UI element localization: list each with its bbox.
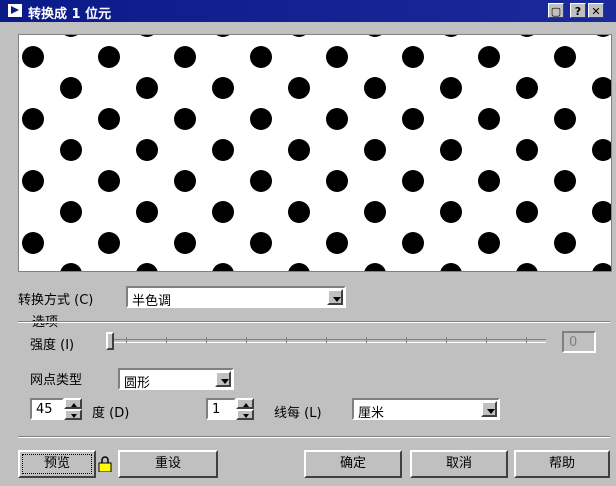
- angle-value: 45: [36, 402, 53, 417]
- chevron-down-icon[interactable]: [481, 401, 497, 417]
- help-button[interactable]: ?: [570, 3, 586, 18]
- help-dialog-button[interactable]: 帮助: [514, 450, 610, 478]
- slider-tick: [166, 337, 167, 343]
- slider-tick: [446, 337, 447, 343]
- slider-tick: [526, 337, 527, 343]
- slider-tick: [326, 337, 327, 343]
- conversion-method-select[interactable]: 半色调: [126, 286, 346, 309]
- lines-input[interactable]: 1: [206, 398, 236, 420]
- intensity-slider[interactable]: [106, 332, 552, 350]
- slider-thumb[interactable]: [106, 332, 114, 350]
- intensity-value-field[interactable]: 0: [562, 331, 596, 353]
- chevron-down-icon[interactable]: [327, 289, 343, 305]
- spin-down-icon[interactable]: [64, 409, 82, 420]
- window-title: 转换成 1 位元: [28, 7, 112, 22]
- slider-tick: [366, 337, 367, 343]
- app-arrow-icon[interactable]: [8, 4, 22, 17]
- unit-select[interactable]: 厘米: [352, 398, 500, 421]
- options-group-divider: [18, 321, 610, 323]
- close-button[interactable]: ✕: [588, 3, 604, 18]
- title-bar[interactable]: 转换成 1 位元 ▢ ? ✕: [0, 0, 616, 22]
- maximize-button[interactable]: ▢: [548, 3, 564, 18]
- spin-down-icon[interactable]: [236, 409, 254, 420]
- bottom-divider: [18, 436, 610, 438]
- angle-unit-label: 度 (D): [92, 406, 130, 421]
- slider-tick: [486, 337, 487, 343]
- dot-type-label: 网点类型: [30, 373, 83, 388]
- unit-value: 厘米: [358, 406, 385, 421]
- cancel-button[interactable]: 取消: [410, 450, 508, 478]
- slider-tick: [406, 337, 407, 343]
- slider-tick: [206, 337, 207, 343]
- ok-button[interactable]: 确定: [304, 450, 402, 478]
- lines-label: 线每 (L): [274, 406, 322, 421]
- halftone-preview-image: [19, 35, 611, 271]
- spin-up-icon[interactable]: [236, 398, 254, 409]
- spin-up-icon[interactable]: [64, 398, 82, 409]
- reset-button[interactable]: 重设: [118, 450, 218, 478]
- slider-tick: [126, 337, 127, 343]
- slider-tick: [246, 337, 247, 343]
- lines-value: 1: [212, 402, 221, 417]
- halftone-preview: [18, 34, 612, 272]
- intensity-value: 0: [569, 335, 578, 350]
- conversion-method-label: 转换方式 (C): [18, 293, 94, 308]
- chevron-down-icon[interactable]: [215, 371, 231, 387]
- conversion-method-value: 半色调: [132, 294, 172, 309]
- angle-spinner[interactable]: [64, 398, 82, 420]
- intensity-label: 强度 (I): [30, 338, 75, 353]
- dot-type-value: 圆形: [124, 376, 151, 391]
- slider-rail: [110, 339, 546, 343]
- slider-tick: [286, 337, 287, 343]
- angle-input[interactable]: 45: [30, 398, 64, 420]
- lock-icon[interactable]: [98, 456, 112, 472]
- lines-spinner[interactable]: [236, 398, 254, 420]
- dot-type-select[interactable]: 圆形: [118, 368, 234, 391]
- preview-button[interactable]: 预览: [18, 450, 96, 478]
